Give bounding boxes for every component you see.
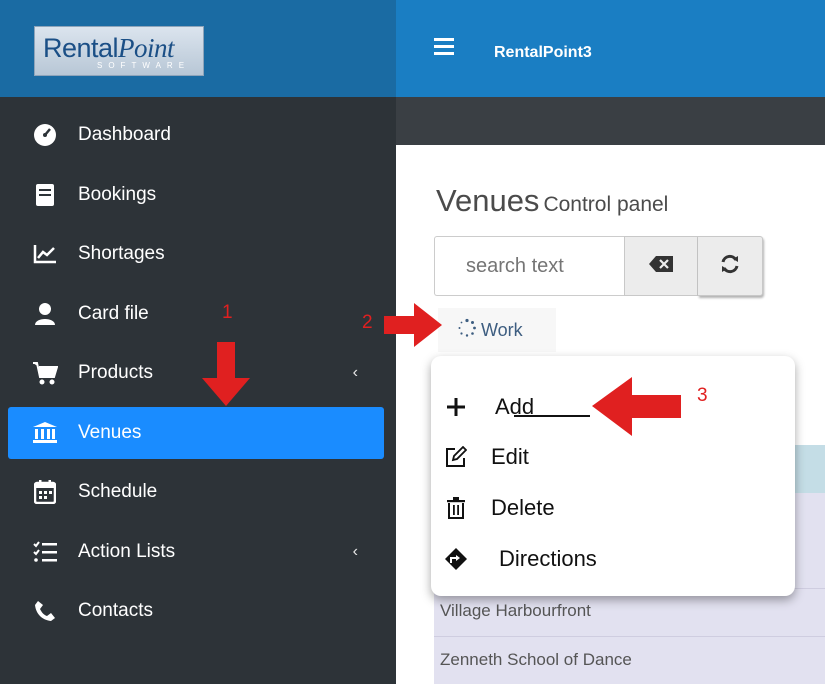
plus-icon [443,394,469,420]
book-icon [32,182,58,208]
chevron-left-icon[interactable]: ‹ [353,543,358,561]
sidebar-item-label: Venues [78,422,142,443]
search-group [434,236,763,296]
chevron-left-icon[interactable]: ‹ [353,364,358,382]
sidebar-item-products[interactable]: Products ‹ [8,347,384,399]
search-input[interactable] [434,236,624,296]
sidebar: Dashboard Bookings Shortages Card file P… [0,97,396,684]
sidebar-item-label: Dashboard [78,124,171,145]
dashboard-icon [32,122,58,148]
sidebar-item-label: Schedule [78,481,158,502]
sidebar-item-dashboard[interactable]: Dashboard [8,109,384,161]
sidebar-item-action-lists[interactable]: Action Lists ‹ [8,526,384,578]
right-arrow-annotation [384,303,442,347]
list-icon [32,539,58,565]
menu-item-label: Directions [499,546,597,571]
sidebar-item-shortages[interactable]: Shortages [8,228,384,280]
page-title: Venues Control panel [436,183,669,218]
bank-icon [32,420,58,446]
trash-icon [443,495,469,521]
sidebar-item-label: Contacts [78,600,153,621]
app-name: RentalPoint3 [494,44,592,61]
cart-icon [32,360,58,386]
spinner-icon [457,318,477,343]
sidebar-item-label: Products [78,362,153,383]
work-button-label: Work [481,319,523,340]
user-icon [32,301,58,327]
refresh-button[interactable] [698,236,763,296]
logo-text: RentalPoint [43,33,175,63]
sidebar-item-contacts[interactable]: Contacts [8,585,384,637]
page-subtitle: Control panel [543,193,669,216]
sidebar-item-card-file[interactable]: Card file [8,288,384,340]
down-arrow-annotation [202,342,250,406]
sidebar-item-schedule[interactable]: Schedule [8,466,384,518]
hamburger-menu-icon[interactable] [434,38,454,55]
sidebar-item-bookings[interactable]: Bookings [8,169,384,221]
sidebar-item-label: Action Lists [78,541,176,562]
sidebar-item-label: Bookings [78,184,157,205]
left-arrow-annotation [592,377,681,436]
table-row[interactable]: Village Harbourfront [440,601,591,621]
calendar-icon [32,479,58,505]
logo-bar: RentalPoint SOFTWARE [0,0,396,97]
menu-item-label: Delete [491,495,555,520]
logo[interactable]: RentalPoint SOFTWARE [34,26,204,76]
sub-header-bar [396,97,825,145]
annotation-number-2: 2 [362,312,373,333]
sidebar-item-label: Card file [78,303,149,324]
row-divider [434,636,825,637]
annotation-number-1: 1 [222,302,233,323]
menu-item-delete[interactable]: Delete [443,495,555,521]
top-header: RentalPoint3 [396,0,825,97]
backspace-icon [649,255,673,277]
edit-icon [443,444,469,470]
menu-item-edit[interactable]: Edit [443,444,529,470]
menu-item-label: Edit [491,444,529,469]
menu-item-directions[interactable]: Directions [443,546,597,572]
sidebar-item-label: Shortages [78,243,165,264]
annotation-number-3: 3 [697,385,708,406]
refresh-icon [720,254,740,279]
add-underline [514,415,590,417]
line-chart-icon [32,241,58,267]
sidebar-item-venues[interactable]: Venues [8,407,384,459]
logo-subtext: SOFTWARE [97,61,191,70]
clear-search-button[interactable] [624,236,698,296]
table-row[interactable]: Zenneth School of Dance [440,650,632,670]
directions-icon [443,546,469,572]
phone-icon [32,598,58,624]
work-button[interactable]: Work [438,308,556,352]
